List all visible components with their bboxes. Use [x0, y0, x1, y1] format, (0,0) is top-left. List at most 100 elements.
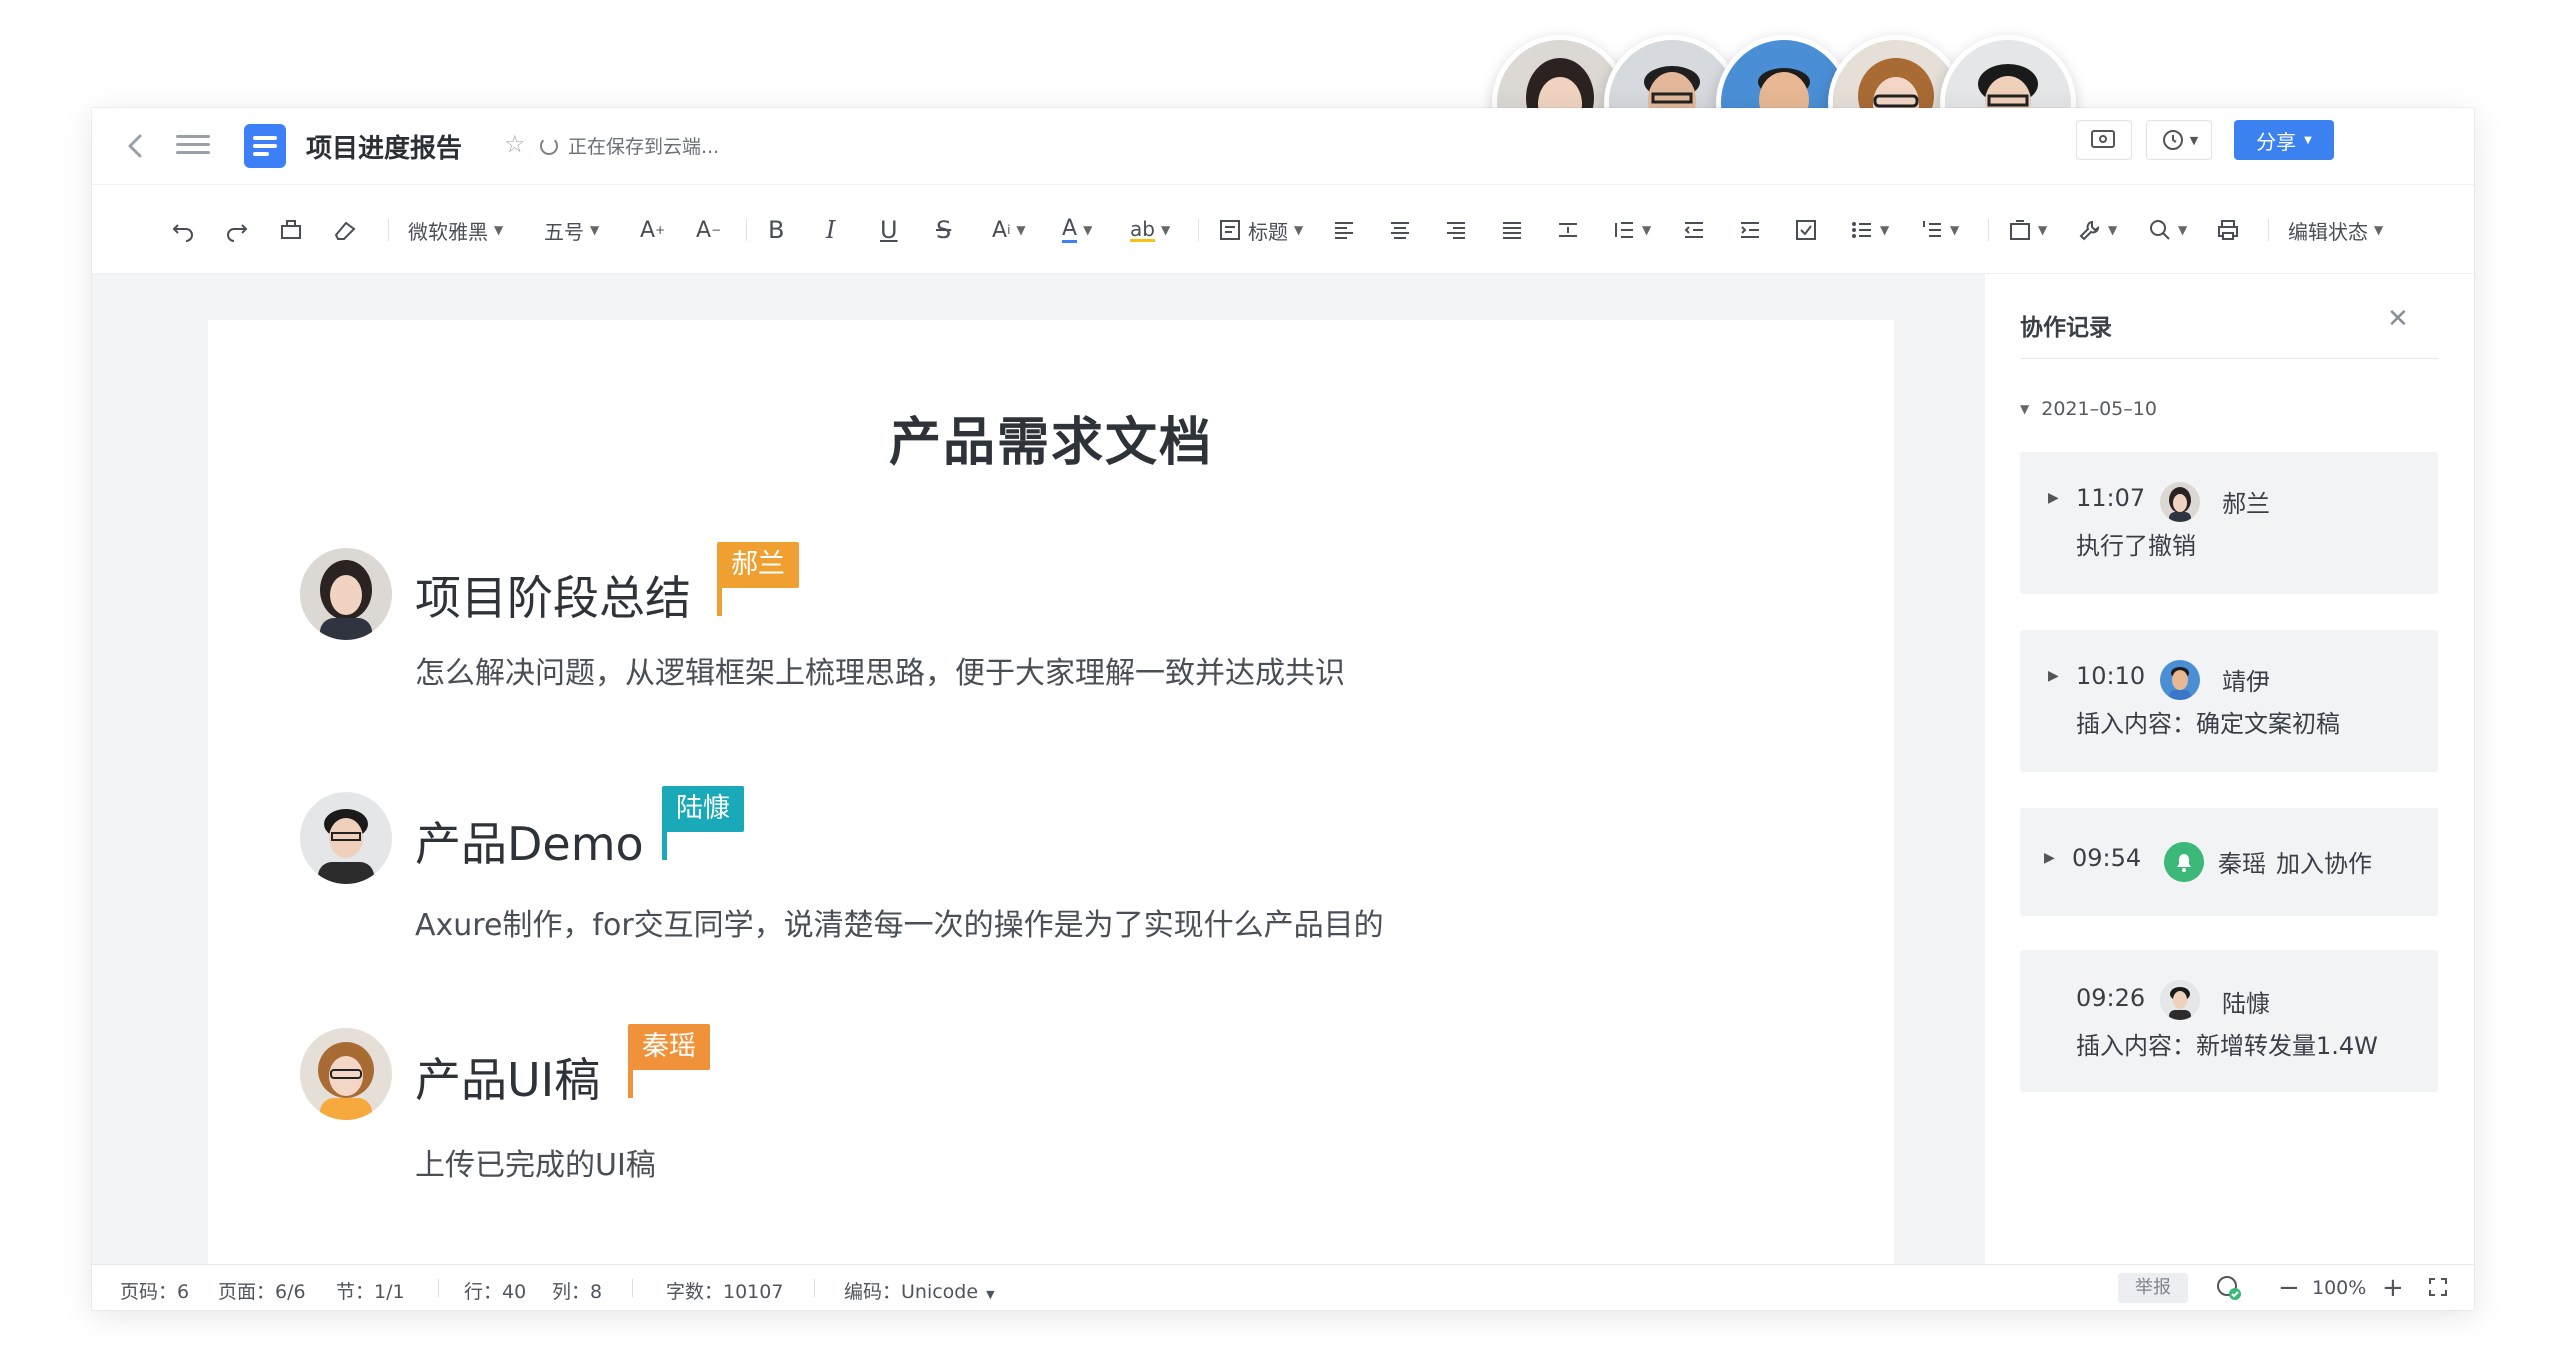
text-effect-icon[interactable]: Ai ▼ — [992, 215, 1026, 245]
section-title[interactable]: 项目阶段总结 — [415, 562, 691, 628]
insert-icon[interactable]: ▼ — [2008, 215, 2047, 245]
underline-icon[interactable]: U — [880, 215, 898, 245]
date-group-toggle[interactable]: ▼ 2021–05–10 — [2020, 398, 2157, 420]
share-label: 分享 — [2256, 129, 2297, 154]
encoding-value: 编码：Unicode — [844, 1281, 979, 1303]
panel-title: 协作记录 — [2020, 315, 2112, 341]
editor-name-tag: 陆慷 — [662, 786, 744, 832]
page-count: 页面：6/6 — [218, 1281, 306, 1303]
redo-icon[interactable] — [224, 215, 250, 245]
font-color-icon[interactable]: A ▼ — [1062, 215, 1092, 245]
editor-name-tag: 郝兰 — [717, 542, 799, 588]
document-page[interactable]: 产品需求文档 项目阶段总结 郝兰 怎么解决问题，从逻辑框架上梳理思路，便于大家理… — [208, 320, 1894, 1310]
status-bar: 页码：6 页面：6/6 节：1/1 行：40 列：8 字数：10107 编码：U… — [92, 1264, 2474, 1310]
checkbox-icon[interactable] — [1794, 215, 1818, 245]
outdent-icon[interactable] — [1682, 215, 1706, 245]
report-button[interactable]: 举报 — [2118, 1273, 2188, 1303]
chevron-down-icon: ▼ — [2304, 134, 2312, 146]
collaboration-panel: 协作记录 ✕ ▼ 2021–05–10 ▶ 11:07 郝兰 执行了撤销 ▶ 1… — [1985, 274, 2474, 1264]
document-heading[interactable]: 产品需求文档 — [208, 400, 1894, 475]
align-left-icon[interactable] — [1332, 215, 1356, 245]
doc-section: 项目阶段总结 郝兰 怎么解决问题，从逻辑框架上梳理思路，便于大家理解一致并达成共… — [300, 542, 1700, 698]
heading-style-value: 标题 — [1248, 219, 1288, 244]
decrease-font-icon[interactable]: A − — [696, 215, 721, 245]
undo-icon[interactable] — [170, 215, 196, 245]
record-user: 郝兰 — [2222, 490, 2270, 518]
history-icon — [2162, 130, 2183, 150]
paragraph-spacing-icon[interactable]: ▼ — [1612, 215, 1651, 245]
justify-icon[interactable] — [1500, 215, 1524, 245]
chevron-down-icon: ▼ — [986, 1288, 995, 1301]
close-icon[interactable]: ✕ — [2387, 304, 2409, 334]
section-title[interactable]: 产品UI稿 — [415, 1044, 600, 1110]
collab-record[interactable]: 09:26 陆慷 插入内容：新增转发量1.4W — [2020, 950, 2438, 1092]
avatar — [2160, 482, 2200, 522]
collab-record[interactable]: ▶ 11:07 郝兰 执行了撤销 — [2020, 452, 2438, 594]
italic-icon[interactable]: I — [826, 215, 835, 245]
record-time: 10:10 — [2076, 662, 2146, 690]
avatar — [300, 1028, 392, 1120]
indent-icon[interactable] — [1738, 215, 1762, 245]
expand-arrow-icon[interactable]: ▶ — [2048, 490, 2059, 506]
section-text[interactable]: 上传已完成的UI稿 — [415, 1140, 656, 1184]
share-button[interactable]: 分享 ▼ — [2234, 120, 2334, 160]
numbered-list-icon[interactable]: ▼ — [1920, 215, 1959, 245]
highlight-icon[interactable]: ab ▼ — [1130, 215, 1170, 245]
back-arrow-icon[interactable] — [120, 130, 152, 162]
menu-icon[interactable] — [176, 130, 210, 162]
screen-icon — [2091, 130, 2115, 148]
search-icon[interactable]: ▼ — [2148, 215, 2187, 245]
record-user: 陆慷 — [2222, 990, 2270, 1018]
edit-status-select[interactable]: 编辑状态 ▼ — [2288, 215, 2383, 245]
format-painter-icon[interactable] — [278, 215, 304, 245]
present-button[interactable] — [2076, 120, 2132, 160]
record-time: 09:26 — [2076, 984, 2146, 1012]
bullet-list-icon[interactable]: ▼ — [1850, 215, 1889, 245]
align-right-icon[interactable] — [1444, 215, 1468, 245]
title-bar: 项目进度报告 ☆ 正在保存到云端... ▼ 分享 ▼ — [92, 108, 2474, 184]
record-action: 插入内容：确定文案初稿 — [2076, 710, 2340, 738]
word-count: 字数：10107 — [666, 1281, 784, 1303]
avatar — [300, 792, 392, 884]
avatar — [2160, 980, 2200, 1020]
expand-arrow-icon[interactable]: ▶ — [2048, 668, 2059, 684]
bell-icon — [2164, 842, 2204, 882]
expand-arrow-icon[interactable]: ▶ — [2044, 850, 2055, 866]
page-code: 页码：6 — [120, 1281, 190, 1303]
align-center-icon[interactable] — [1388, 215, 1412, 245]
font-size-select[interactable]: 五号 ▼ — [544, 215, 599, 245]
network-status-icon[interactable] — [2214, 1273, 2244, 1308]
increase-font-icon[interactable]: A + — [640, 215, 665, 245]
bold-icon[interactable]: B — [768, 215, 784, 245]
section-count: 节：1/1 — [336, 1281, 405, 1303]
heading-icon — [1220, 220, 1240, 240]
line-number: 行：40 — [464, 1281, 527, 1303]
record-user: 靖伊 — [2222, 668, 2270, 696]
strikethrough-icon[interactable]: S — [936, 215, 951, 245]
zoom-in-icon[interactable]: + — [2382, 1273, 2404, 1303]
eraser-icon[interactable] — [332, 215, 358, 245]
editor-name-tag: 秦瑶 — [628, 1024, 710, 1070]
line-spacing-icon[interactable] — [1556, 215, 1580, 245]
fullscreen-icon[interactable] — [2426, 1275, 2450, 1304]
collab-record[interactable]: ▶ 10:10 靖伊 插入内容：确定文案初稿 — [2020, 630, 2438, 772]
history-button[interactable]: ▼ — [2146, 120, 2212, 160]
encoding-select[interactable]: 编码：Unicode ▼ — [844, 1277, 995, 1304]
print-icon[interactable] — [2216, 215, 2240, 245]
section-text[interactable]: 怎么解决问题，从逻辑框架上梳理思路，便于大家理解一致并达成共识 — [415, 648, 1345, 692]
record-action: 插入内容：新增转发量1.4W — [2076, 1032, 2378, 1060]
section-title[interactable]: 产品Demo — [415, 808, 644, 874]
section-text[interactable]: Axure制作，for交互同学，说清楚每一次的操作是为了实现什么产品目的 — [415, 900, 1384, 944]
star-icon[interactable]: ☆ — [504, 130, 526, 158]
collab-record[interactable]: ▶ 09:54 秦瑶 加入协作 — [2020, 808, 2438, 916]
sync-icon — [540, 136, 558, 155]
heading-style-select[interactable]: 标题 ▼ — [1218, 215, 1303, 245]
font-family-select[interactable]: 微软雅黑 ▼ — [408, 215, 503, 245]
document-title[interactable]: 项目进度报告 — [306, 128, 462, 165]
tools-icon[interactable]: ▼ — [2078, 215, 2117, 245]
zoom-level[interactable]: 100% — [2312, 1277, 2366, 1299]
zoom-out-icon[interactable]: − — [2278, 1273, 2300, 1303]
column-number: 列：8 — [552, 1281, 603, 1303]
avatar — [2160, 660, 2200, 700]
edit-status-value: 编辑状态 — [2288, 219, 2368, 244]
